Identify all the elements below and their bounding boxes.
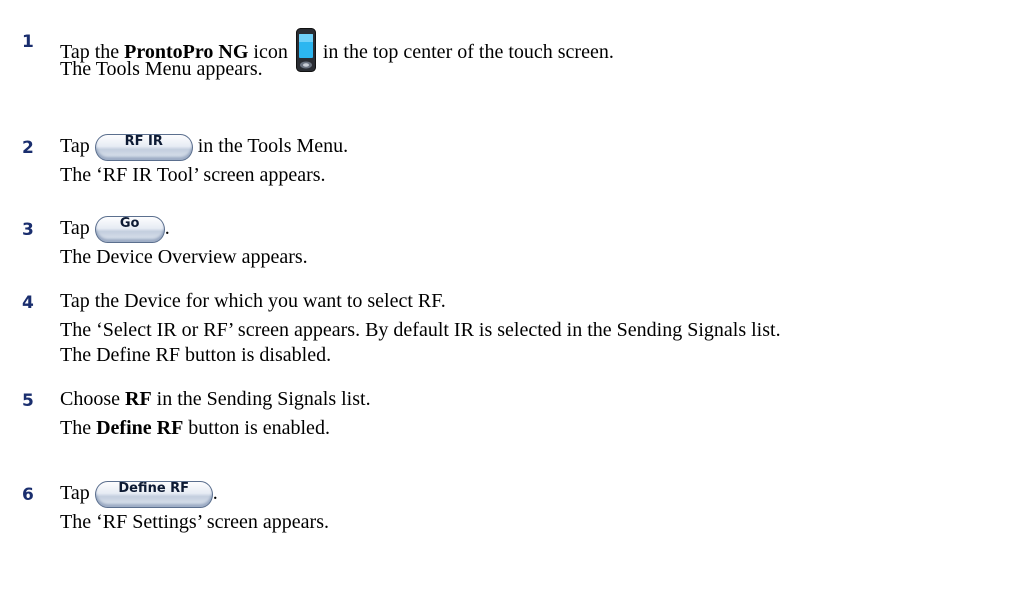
step-instruction: Tap RF IR in the Tools Menu. bbox=[60, 134, 348, 161]
step-number: 6 bbox=[22, 485, 34, 505]
step-result: The ‘RF Settings’ screen appears. bbox=[60, 511, 329, 533]
step-result: The Tools Menu appears. bbox=[60, 58, 263, 80]
define-rf-button[interactable]: Define RF bbox=[94, 481, 213, 508]
go-button[interactable]: Go bbox=[94, 216, 165, 243]
step-number: 4 bbox=[22, 293, 34, 313]
step-instruction: Tap Go. bbox=[60, 216, 170, 243]
step-instruction: Choose RF in the Sending Signals list. bbox=[60, 388, 371, 410]
step-result-note: The Define RF button is disabled. bbox=[60, 344, 332, 366]
step-number: 3 bbox=[22, 220, 34, 240]
step-result: The Device Overview appears. bbox=[60, 246, 308, 268]
step-number: 1 bbox=[22, 32, 34, 52]
step-number: 5 bbox=[22, 391, 34, 411]
step-result: The Define RF button is enabled. bbox=[60, 417, 330, 439]
step-result: The ‘Select IR or RF’ screen appears. By… bbox=[60, 319, 781, 341]
step-instruction: Tap Define RF. bbox=[60, 481, 218, 508]
step-result: The ‘RF IR Tool’ screen appears. bbox=[60, 164, 326, 186]
rf-ir-button[interactable]: RF IR bbox=[94, 134, 193, 161]
pronto-device-icon bbox=[295, 28, 316, 72]
step-instruction: Tap the Device for which you want to sel… bbox=[60, 290, 446, 312]
step-number: 2 bbox=[22, 138, 34, 158]
